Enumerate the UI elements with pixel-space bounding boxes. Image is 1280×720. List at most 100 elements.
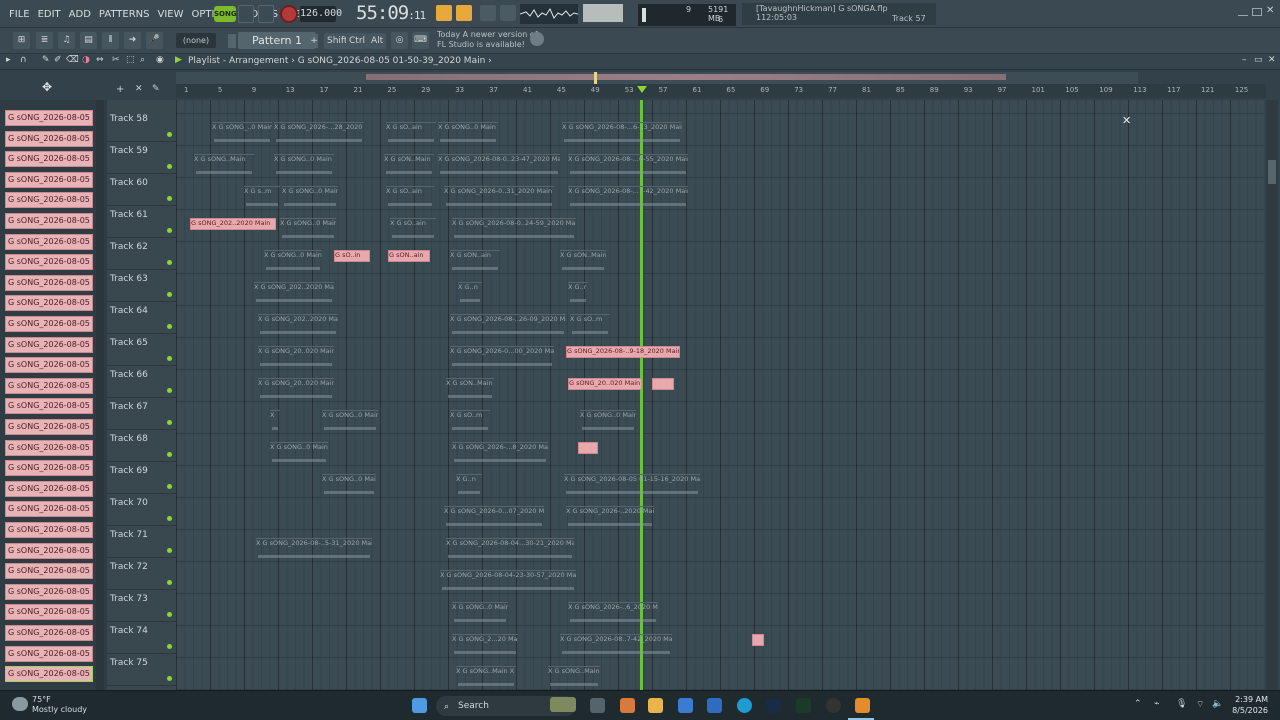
picker-item[interactable]: G sONG_2026-08-05 01- [5, 192, 93, 209]
picker-item[interactable]: G sONG_2026-08-05 01- [5, 213, 93, 229]
task-view-icon[interactable] [590, 698, 605, 713]
plugin-picker-icon[interactable]: ➜ [124, 32, 141, 49]
picker-item[interactable]: G sONG_2026-08-05 01- [5, 666, 93, 683]
audio-clip[interactable]: X G sONG_2026-08-05 01-15-16_2020 Main [564, 474, 700, 502]
audio-clip[interactable]: X G sONG_2026-0...00_2020 Main [450, 346, 554, 374]
audio-clip[interactable]: X G sON..Main [384, 154, 434, 182]
cut-icon[interactable]: ✕ [135, 84, 143, 94]
draw-tool-icon[interactable]: ✎ [42, 55, 50, 65]
audio-clip[interactable]: X G sONG_2026-..2020 Main [566, 506, 654, 534]
fl-studio-icon[interactable] [855, 698, 870, 713]
audio-clip[interactable]: X G sO..m [570, 314, 610, 342]
obs-icon[interactable] [826, 698, 841, 713]
pattern-add-button[interactable]: + [310, 34, 318, 48]
audio-clip[interactable]: X G sONG_..0 Main [212, 122, 272, 150]
slice-tool-icon[interactable]: ✂ [112, 55, 120, 65]
track-enable-led[interactable] [167, 516, 172, 521]
track-header[interactable]: Track 68 [107, 430, 176, 462]
picker-item[interactable]: G sONG_2026-08-05 01- [5, 316, 93, 332]
arrow-icon[interactable]: ▸ [6, 55, 11, 65]
touch-keyboard-icon[interactable]: ◎ [391, 32, 408, 49]
channel-rack-icon[interactable]: ▤ [80, 32, 97, 49]
track-header[interactable]: Track 73 [107, 590, 176, 622]
audio-clip[interactable]: G sON..ain [388, 250, 430, 262]
microphone-icon[interactable]: 🎤 [146, 32, 163, 49]
audio-clip[interactable]: X G sONG_2026-0..31_2020 Main [444, 186, 554, 214]
copilot-icon[interactable] [620, 698, 635, 713]
audio-clip[interactable]: X G sONG_2026-08-04...30-21_2020 Main [446, 538, 574, 566]
audio-clip[interactable]: X G sONG_20..020 Main [258, 378, 334, 406]
picker-item[interactable]: G sONG_2026-08-05 01- [5, 542, 93, 559]
audio-clip[interactable]: G sONG_20..020 Main [568, 378, 642, 390]
audio-clip[interactable] [652, 378, 674, 390]
maximize-panel-icon[interactable]: ▭ [1254, 55, 1263, 65]
audio-clip[interactable]: X G sONG..Main X [456, 666, 516, 690]
picker-item[interactable]: G sONG_2026-08-05 01- [5, 501, 93, 518]
edge-icon[interactable] [737, 698, 752, 713]
audio-clip[interactable]: X G sONG..0 Main [438, 122, 498, 150]
track-header[interactable]: Track 64 [107, 302, 176, 334]
track-header[interactable]: Track 59 [107, 142, 176, 174]
playlist-grid[interactable]: X G sONG_..0 Main X G sONG_2026-...28_202… [176, 100, 1264, 690]
audio-clip[interactable]: X G sONG_2026-08-...7-42_2020 Main [568, 186, 688, 214]
weather-icon[interactable] [12, 697, 28, 711]
move-icon[interactable]: ✥ [42, 80, 52, 94]
audio-clip[interactable]: X G sONG..0 Main [270, 442, 328, 470]
ctrl-button[interactable]: Ctrl [346, 33, 369, 49]
minimize-panel-icon[interactable]: – [1242, 55, 1247, 65]
audio-clip[interactable]: G sONG_2026-08-..9-18_2020 Main [566, 346, 680, 358]
audio-clip[interactable]: X G sONG_2026-08-...6-13_2020 Main [562, 122, 682, 150]
audio-clip[interactable]: X G sO..ain [390, 218, 436, 246]
audio-clip[interactable]: X G sONG..0 Main [452, 602, 508, 630]
close-panel-icon[interactable]: ✕ [1268, 55, 1276, 65]
picker-item[interactable]: G sONG_2026-08-05 01- [5, 563, 93, 580]
widget-icon[interactable] [550, 697, 576, 712]
pattern-prev-button[interactable] [228, 34, 236, 48]
track-enable-led[interactable] [167, 420, 172, 425]
audio-clip[interactable]: X G sONG_2026-...8_2020 Main [452, 442, 548, 470]
picker-item[interactable]: G sONG_2026-08-05 01- [5, 110, 93, 126]
audio-clip[interactable]: X G sO..ain [386, 122, 436, 150]
alt-button[interactable]: Alt [368, 33, 387, 49]
paint-tool-icon[interactable]: ✐ [54, 55, 62, 65]
add-track-icon[interactable]: + [116, 84, 124, 95]
play-arrangement-icon[interactable]: ▶ [175, 55, 182, 65]
track-enable-led[interactable] [167, 356, 172, 361]
metronome-icon[interactable] [456, 5, 472, 21]
mixer-icon[interactable]: ⫴ [102, 32, 119, 49]
track-header[interactable]: Track 75 [107, 654, 176, 686]
audio-clip[interactable]: X G sONG..0 Main [580, 410, 636, 438]
volume-icon[interactable]: 🔈 [1212, 699, 1223, 709]
picker-item[interactable]: G sONG_2026-08-05 01- [5, 295, 93, 312]
pencil-icon[interactable]: ✎ [152, 84, 160, 94]
audio-clip[interactable]: X G sONG_2026-08..7-42_2020 Main [560, 634, 672, 662]
audio-clip[interactable] [752, 634, 764, 646]
track-header[interactable]: Track 65 [107, 334, 176, 366]
track-header[interactable]: Track 67 [107, 398, 176, 430]
picker-item[interactable]: G sONG_2026-08-05 01- [5, 357, 93, 374]
picker-item[interactable]: G sONG_2026-08-05 01- [5, 625, 93, 641]
picker-item[interactable]: G sONG_2026-08-05 01- [5, 439, 93, 456]
track-enable-led[interactable] [167, 676, 172, 681]
audio-clip[interactable]: X G sONG_20..020 Main [258, 346, 334, 374]
track-header[interactable]: Track 69 [107, 462, 176, 494]
outlook-icon[interactable] [707, 698, 722, 713]
weather-widget[interactable]: 75°F Mostly cloudy [32, 695, 87, 715]
loop-record-icon[interactable] [480, 5, 496, 21]
track-enable-led[interactable] [167, 484, 172, 489]
start-icon[interactable] [412, 698, 427, 713]
minimize-icon[interactable] [1238, 8, 1248, 16]
wifi-icon[interactable]: ⌔ [1196, 699, 1204, 710]
audio-clip[interactable]: X G sONG_2026-08-0..23-47_2020 Main [438, 154, 560, 182]
audio-clip[interactable]: X G..r [568, 282, 588, 310]
picker-item[interactable]: G sONG_2026-08-05 01- [5, 377, 93, 394]
maximize-icon[interactable] [1252, 8, 1262, 16]
track-header[interactable]: Track 62 [107, 238, 176, 270]
picker-item[interactable]: G sONG_2026-08-05 01- [5, 336, 93, 353]
track-header[interactable]: Track 60 [107, 174, 176, 206]
track-enable-led[interactable] [167, 388, 172, 393]
play-button[interactable] [238, 5, 254, 23]
arrangement-name[interactable]: G sONG_2026-08-05 01-50-39_2020 Main [298, 56, 486, 66]
audio-clip[interactable]: X G sONG..Main [548, 666, 600, 690]
audio-clip[interactable] [578, 442, 598, 454]
